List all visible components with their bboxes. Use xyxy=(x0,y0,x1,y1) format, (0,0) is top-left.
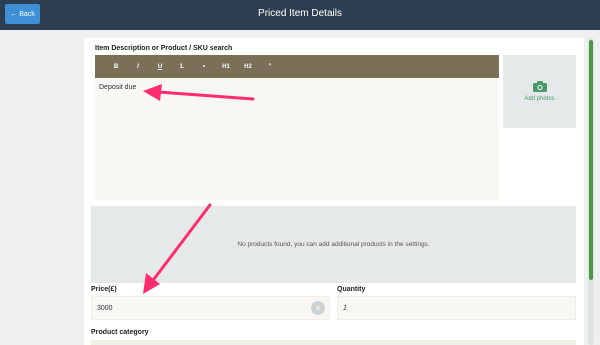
scrollbar-thumb[interactable] xyxy=(589,40,593,280)
quantity-value: 1 xyxy=(343,304,347,312)
quote-button[interactable]: ” xyxy=(259,64,281,70)
price-value: 3000 xyxy=(97,304,113,312)
ordered-list-button[interactable]: 1. xyxy=(171,64,193,70)
products-panel: No products found, you can add additiona… xyxy=(91,206,576,283)
add-photos-button[interactable]: Add photos xyxy=(503,55,576,128)
quantity-label: Quantity xyxy=(337,286,366,293)
italic-button[interactable]: I xyxy=(127,64,149,70)
app-header: ← Back Priced Item Details xyxy=(0,0,600,30)
bold-button[interactable]: B xyxy=(105,64,127,70)
add-photos-label: Add photos xyxy=(524,96,555,102)
price-input[interactable]: 3000 × xyxy=(91,296,330,320)
heading1-button[interactable]: H1 xyxy=(215,64,237,70)
page-title: Priced Item Details xyxy=(258,8,342,19)
heading2-button[interactable]: H2 xyxy=(237,64,259,70)
editor-toolbar: B I U 1. • H1 H2 ” xyxy=(95,55,499,78)
category-select[interactable] xyxy=(91,340,576,345)
underline-button[interactable]: U xyxy=(149,64,171,70)
close-icon[interactable]: × xyxy=(311,301,325,315)
bullet-list-button[interactable]: • xyxy=(193,64,215,70)
products-empty-message: No products found, you can add additiona… xyxy=(237,241,430,248)
description-text: Deposit due xyxy=(99,84,137,91)
description-label: Item Description or Product / SKU search xyxy=(95,45,233,52)
description-editor[interactable] xyxy=(95,78,499,200)
category-label: Product category xyxy=(91,329,149,336)
quantity-input[interactable]: 1 xyxy=(337,296,576,320)
price-label: Price(£) xyxy=(91,286,117,293)
camera-icon xyxy=(532,81,547,92)
